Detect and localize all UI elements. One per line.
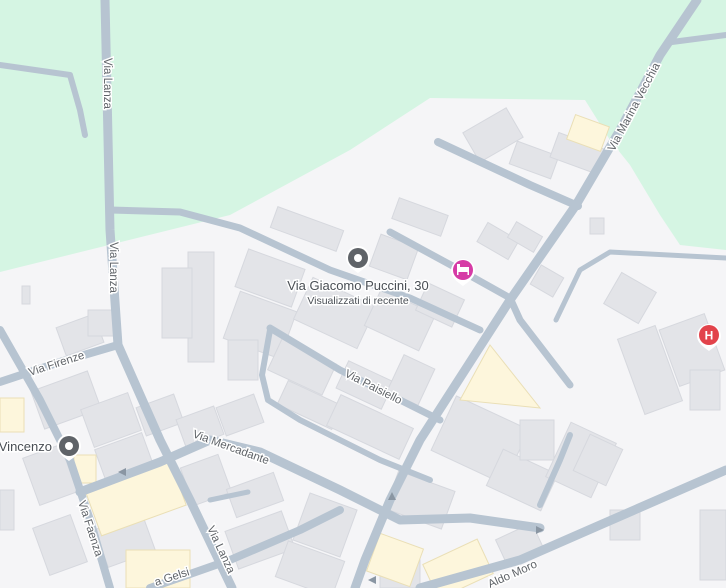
map-canvas[interactable]: Via Lanza Via Lanza Via Lanza Via Marina… — [0, 0, 726, 588]
place-title-puccini: Via Giacomo Puccini, 30 — [287, 278, 428, 293]
place-subtitle-puccini: Visualizzati di recente — [307, 295, 409, 307]
hospital-label: H — [705, 329, 714, 343]
place-title-vincenzo: Vincenzo — [0, 439, 52, 454]
label-via-lanza-mid: Via Lanza — [107, 242, 119, 294]
label-via-lanza-top: Via Lanza — [101, 58, 113, 110]
